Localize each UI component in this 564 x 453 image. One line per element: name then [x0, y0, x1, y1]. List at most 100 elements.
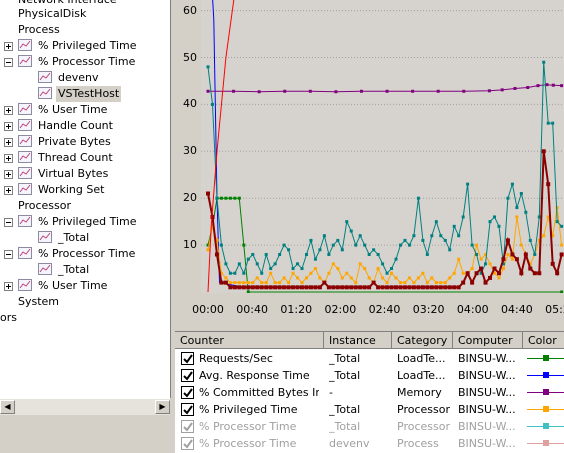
- data-point: [452, 271, 456, 275]
- expand-icon[interactable]: [4, 106, 13, 115]
- data-point: [237, 196, 241, 200]
- counter-checkbox[interactable]: [181, 369, 194, 382]
- data-point: [340, 248, 344, 252]
- y-tick-label: 30: [183, 144, 197, 158]
- tree-node[interactable]: % User Time: [0, 278, 170, 294]
- legend-row[interactable]: % Processor Time devenv Process BINSU-W...: [175, 435, 564, 452]
- data-point: [465, 271, 470, 276]
- data-point: [336, 238, 340, 242]
- expand-icon[interactable]: [4, 186, 13, 195]
- column-header-instance[interactable]: Instance: [324, 332, 392, 349]
- counter-icon: [18, 215, 32, 227]
- tree-node[interactable]: % Processor Time: [0, 246, 170, 262]
- data-point: [223, 280, 228, 285]
- tree-node[interactable]: PhysicalDisk: [0, 6, 170, 22]
- collapse-icon[interactable]: [4, 250, 13, 259]
- data-point: [345, 271, 349, 275]
- data-point: [251, 252, 255, 256]
- x-tick-label: 05:20: [545, 303, 564, 316]
- tree-node[interactable]: Thread Count: [0, 150, 170, 166]
- plot-area[interactable]: [201, 0, 564, 293]
- legend-cell-computer: BINSU-W...: [458, 437, 516, 450]
- data-point: [242, 271, 246, 275]
- data-point: [488, 275, 493, 280]
- data-point: [425, 281, 429, 285]
- data-point: [500, 88, 504, 92]
- data-point: [390, 271, 394, 275]
- data-point: [479, 257, 483, 261]
- data-point: [461, 280, 466, 285]
- expand-icon[interactable]: [4, 122, 13, 131]
- tree-node[interactable]: _Total: [0, 230, 170, 246]
- legend-row[interactable]: % Committed Bytes In...- Memory BINSU-W...: [175, 384, 564, 401]
- tree-node[interactable]: Virtual Bytes: [0, 166, 170, 182]
- counter-tree[interactable]: Network InterfacePhysicalDiskProcess% Pr…: [0, 0, 171, 398]
- expand-icon[interactable]: [4, 170, 13, 179]
- data-point: [242, 281, 246, 285]
- tree-node[interactable]: Working Set: [0, 182, 170, 198]
- column-header-color[interactable]: Color: [523, 332, 564, 349]
- tree-node[interactable]: VSTestHost: [0, 86, 170, 102]
- counter-checkbox[interactable]: [181, 352, 194, 365]
- collapse-icon[interactable]: [4, 58, 13, 67]
- data-point: [398, 281, 402, 285]
- tree-node[interactable]: Processor: [0, 198, 170, 214]
- data-point: [420, 285, 425, 290]
- expand-icon[interactable]: [4, 282, 13, 291]
- legend-row[interactable]: % Processor Time _Total Processor BINSU-W..…: [175, 418, 564, 435]
- column-header-counter[interactable]: Counter: [175, 332, 324, 349]
- tree-node-label: _Total: [58, 263, 90, 276]
- y-tick-label: 40: [183, 97, 197, 111]
- counter-icon: [18, 279, 32, 291]
- legend-row[interactable]: Avg. Response Time _Total LoadTe... BINSU-W…: [175, 367, 564, 384]
- expand-icon[interactable]: [4, 42, 13, 51]
- data-point: [354, 281, 358, 285]
- data-point: [353, 285, 358, 290]
- data-point: [519, 271, 524, 276]
- tree-node[interactable]: % Processor Time: [0, 54, 170, 70]
- tree-node[interactable]: _Total: [0, 262, 170, 278]
- counter-checkbox[interactable]: [181, 437, 194, 450]
- expand-icon[interactable]: [4, 138, 13, 147]
- data-point: [291, 271, 295, 275]
- collapse-icon[interactable]: [4, 218, 13, 227]
- tree-node[interactable]: % Privileged Time: [0, 214, 170, 230]
- legend-row[interactable]: % Privileged Time _Total Processor BINSU-W.…: [175, 401, 564, 418]
- data-point: [524, 210, 528, 214]
- color-swatch: [527, 423, 564, 429]
- data-point: [443, 285, 448, 290]
- counter-legend-table[interactable]: Counter Instance Category Computer Color…: [175, 331, 564, 453]
- tree-node[interactable]: Handle Count: [0, 118, 170, 134]
- data-point: [487, 89, 491, 93]
- tree-node[interactable]: System: [0, 294, 170, 310]
- counter-icon: [18, 103, 32, 115]
- counter-checkbox[interactable]: [181, 420, 194, 433]
- legend-row[interactable]: Requests/Sec _Total LoadTe... BINSU-W...: [175, 350, 564, 367]
- scroll-right-arrow-icon[interactable]: ▶: [155, 400, 170, 414]
- tree-node[interactable]: % User Time: [0, 102, 170, 118]
- expand-icon[interactable]: [4, 154, 13, 163]
- counter-checkbox[interactable]: [181, 403, 194, 416]
- data-point: [385, 281, 389, 285]
- column-header-category[interactable]: Category: [392, 332, 453, 349]
- counter-checkbox[interactable]: [181, 386, 194, 399]
- data-point: [349, 276, 353, 280]
- data-point: [488, 220, 492, 224]
- data-point: [407, 276, 411, 280]
- tree-node[interactable]: Process: [0, 22, 170, 38]
- data-point: [313, 257, 317, 261]
- data-point: [376, 252, 380, 256]
- data-point: [278, 281, 282, 285]
- x-tick-label: 03:20: [412, 303, 445, 316]
- tree-node[interactable]: Private Bytes: [0, 134, 170, 150]
- data-point: [336, 267, 340, 271]
- tree-node[interactable]: % Privileged Time: [0, 38, 170, 54]
- column-header-computer[interactable]: Computer: [453, 332, 523, 349]
- tree-node[interactable]: ors: [0, 310, 170, 326]
- tree-node[interactable]: devenv: [0, 70, 170, 86]
- scroll-left-arrow-icon[interactable]: ◀: [0, 400, 15, 414]
- data-point: [434, 220, 438, 224]
- data-point: [551, 121, 555, 125]
- data-point: [295, 285, 300, 290]
- tree-horizontal-scrollbar[interactable]: ◀ ▶: [0, 398, 170, 415]
